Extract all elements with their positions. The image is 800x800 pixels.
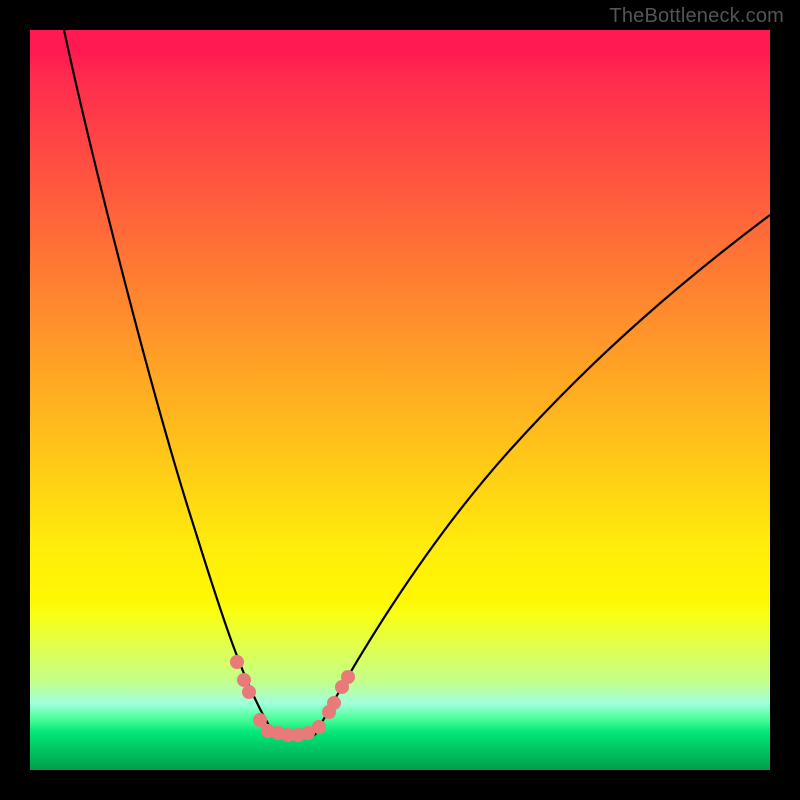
right-curve [315, 215, 770, 735]
valley-dot [312, 720, 326, 734]
valley-dot [230, 655, 244, 669]
curve-layer [30, 30, 770, 770]
plot-area [30, 30, 770, 770]
valley-dot [237, 673, 251, 687]
watermark-text: TheBottleneck.com [609, 5, 784, 28]
valley-dots-group [230, 655, 355, 742]
left-curve [64, 30, 275, 735]
valley-dot [242, 685, 256, 699]
valley-dot [327, 696, 341, 710]
chart-frame: TheBottleneck.com [0, 0, 800, 800]
valley-dot [341, 670, 355, 684]
